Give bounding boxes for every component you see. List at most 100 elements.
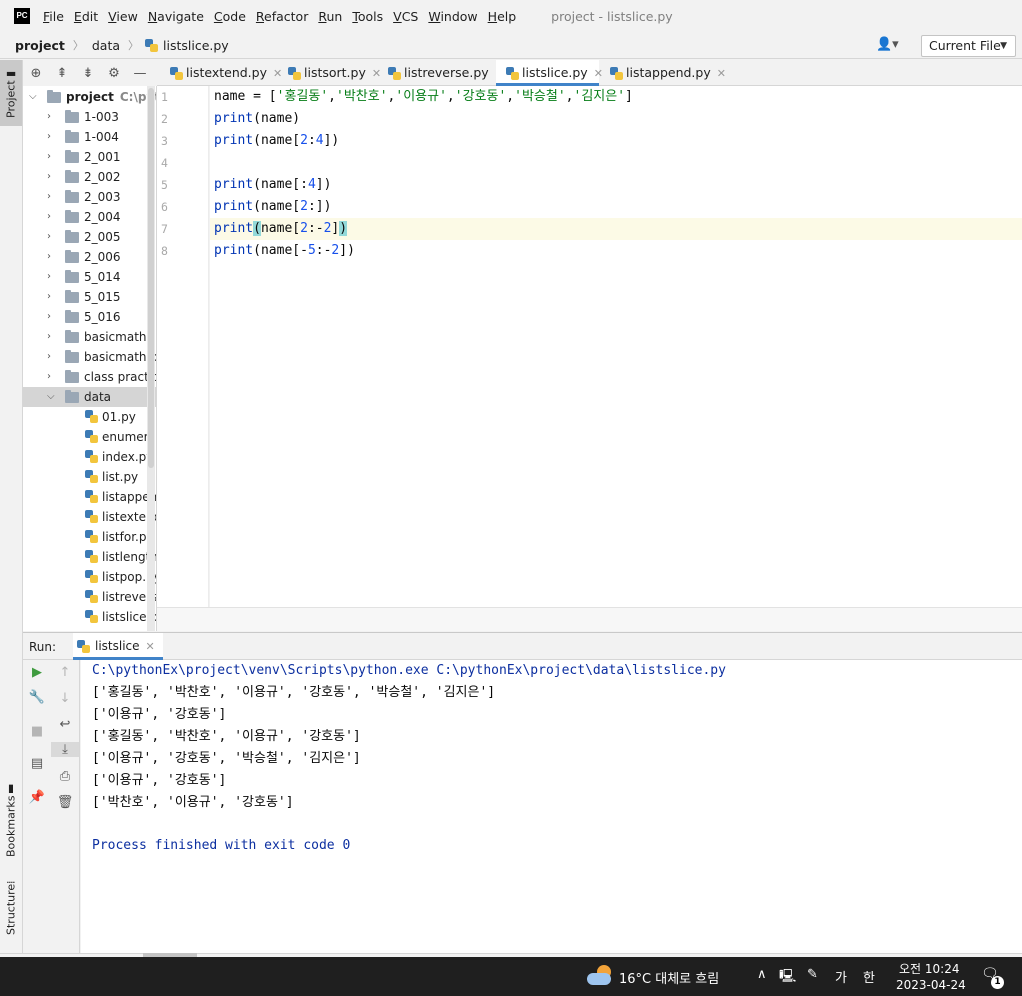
tab-listappend[interactable]: listappend.py ✕ [600,60,726,86]
rerun-icon[interactable]: ▶ [23,665,51,680]
menu-navigate[interactable]: Navigate [143,9,209,24]
soft-wrap-icon[interactable]: ↩ [51,717,79,732]
tree-root[interactable]: ⌵ projectC:\pythonEx\project [23,87,156,107]
tree-folder[interactable]: ›class practice [23,367,156,387]
arrow-down-icon[interactable]: ↓ [51,691,79,706]
python-file-icon [85,510,98,523]
console-line: C:\pythonEx\project\venv\Scripts\python.… [92,663,726,678]
menu-help[interactable]: Help [483,9,522,24]
collapse-all-icon[interactable]: ⇟ [75,66,101,81]
layout-icon[interactable]: ▤ [23,756,51,771]
run-console[interactable]: C:\pythonEx\project\venv\Scripts\python.… [81,660,1022,953]
expand-all-icon[interactable]: ⇞ [49,66,75,81]
tree-folder[interactable]: › 2_005 [23,227,156,247]
tree-file[interactable]: listslice.py [23,607,156,627]
menu-run[interactable]: Run [313,9,347,24]
menu-tools[interactable]: Tools [347,9,388,24]
tree-folder[interactable]: ›basicmath practice [23,347,156,367]
arrow-up-icon[interactable]: ↑ [51,665,79,680]
tree-folder[interactable]: › 2_002 [23,167,156,187]
tree-file[interactable]: listreverse.py [23,587,156,607]
tree-folder[interactable]: › 2_001 [23,147,156,167]
menu-window[interactable]: Window [423,9,482,24]
tree-folder[interactable]: › 2_003 [23,187,156,207]
chevron-up-icon[interactable]: ∧ [757,967,767,982]
run-config-select[interactable]: Current File ▼ [921,35,1016,57]
code-editor[interactable]: name = ['홍길동','박찬호','이용규','강호동','박승철','김… [210,86,1022,607]
ime-mode[interactable]: 가 [835,967,847,986]
stop-icon[interactable]: ■ [23,724,51,739]
user-icon[interactable]: 👤▾ [876,37,899,52]
trash-icon[interactable]: 🗑 [51,795,79,810]
python-file-icon [85,530,98,543]
python-file-icon [85,490,98,503]
breadcrumb-folder[interactable]: data [90,38,122,53]
tab-label: listappend.py [626,65,711,80]
tree-file[interactable]: listlength.py [23,547,156,567]
tab-listreverse[interactable]: listreverse.py✕ [378,60,504,86]
tree-file[interactable]: listextend.py [23,507,156,527]
menu-refactor[interactable]: Refactor [251,9,313,24]
breadcrumb-file[interactable]: listslice.py [161,38,231,53]
tree-file[interactable]: listappend.py [23,487,156,507]
breadcrumb-project[interactable]: project [13,38,67,53]
tree-folder-data-label: data [84,390,112,404]
tree-folder[interactable]: › 2_004 [23,207,156,227]
chevron-down-icon: ▼ [1000,41,1007,51]
tree-folder-data[interactable]: ⌵ data [23,387,156,407]
tree-scrollbar[interactable] [148,88,154,468]
locate-icon[interactable]: ⊕ [23,66,49,81]
clock-time[interactable]: 오전 10:24 [899,960,959,977]
clock-date[interactable]: 2023-04-24 [896,978,966,992]
python-file-icon [610,67,623,80]
ime-hangul[interactable]: 한 [863,967,875,986]
tree-file[interactable]: index.py [23,447,156,467]
network-icon[interactable]: 🖳 [779,967,796,989]
tree-folder[interactable]: › 5_016 [23,307,156,327]
tree-folder-label: 2_001 [84,150,121,164]
tool-tab-structure[interactable]: Structure ⁞ [0,872,22,944]
run-config-label: Current File [929,38,1001,53]
tree-file[interactable]: 01.py [23,407,156,427]
menu-edit[interactable]: Edit [69,9,103,24]
menu-code[interactable]: Code [209,9,251,24]
tab-listextend[interactable]: listextend.py ✕ [160,60,282,86]
wrench-icon[interactable]: 🔧 [23,690,51,705]
print-icon[interactable]: ⎙ [51,769,79,784]
tree-folder[interactable]: › basicmath [23,327,156,347]
breadcrumb: project 〉 data 〉 listslice.py [0,32,1022,59]
tool-tab-project[interactable]: Project ▬ [0,60,22,126]
tree-folder[interactable]: › 1-003 [23,107,156,127]
chevron-down-icon: ⌵ [29,91,37,102]
pen-icon[interactable]: ✎ [807,967,818,982]
notification-icon[interactable]: 🗨 1 [981,966,1004,989]
menu-file[interactable]: File [38,9,69,24]
tree-file[interactable]: listfor.py [23,527,156,547]
run-tab-listslice[interactable]: listslice ✕ [73,633,163,660]
weather-text[interactable]: 16°C 대체로 흐림 [619,968,719,987]
tree-file-label: list.py [102,470,139,484]
menu-vcs[interactable]: VCS [388,9,423,24]
tree-file[interactable]: list.py [23,467,156,487]
close-icon[interactable]: ✕ [717,67,726,80]
tree-file[interactable]: enumerate.py [23,427,156,447]
tab-listslice[interactable]: listslice.py ✕ [496,60,603,86]
tree-folder[interactable]: › 2_006 [23,247,156,267]
menu-view[interactable]: View [103,9,143,24]
tree-file[interactable]: listpop.py [23,567,156,587]
minimize-icon[interactable]: — [127,66,153,81]
tab-listsort[interactable]: listsort.py ✕ [278,60,381,86]
gear-icon[interactable]: ⚙ [101,66,127,81]
weather-cloudy-icon[interactable] [587,964,613,988]
tool-tab-bookmarks[interactable]: Bookmarks ▮ [0,778,22,862]
tab-label: listreverse.py [404,65,489,80]
scroll-to-end-icon[interactable]: ⤓ [51,742,79,757]
close-icon[interactable]: ✕ [146,640,155,653]
folder-icon [65,190,79,203]
project-toolbar: ⊕ ⇞ ⇟ ⚙ — [23,60,157,86]
tree-file-label: listfor.py [102,530,154,544]
pin-icon[interactable]: 📌 [23,790,51,805]
tree-folder[interactable]: › 5_015 [23,287,156,307]
tree-folder[interactable]: › 5_014 [23,267,156,287]
tree-folder[interactable]: › 1-004 [23,127,156,147]
